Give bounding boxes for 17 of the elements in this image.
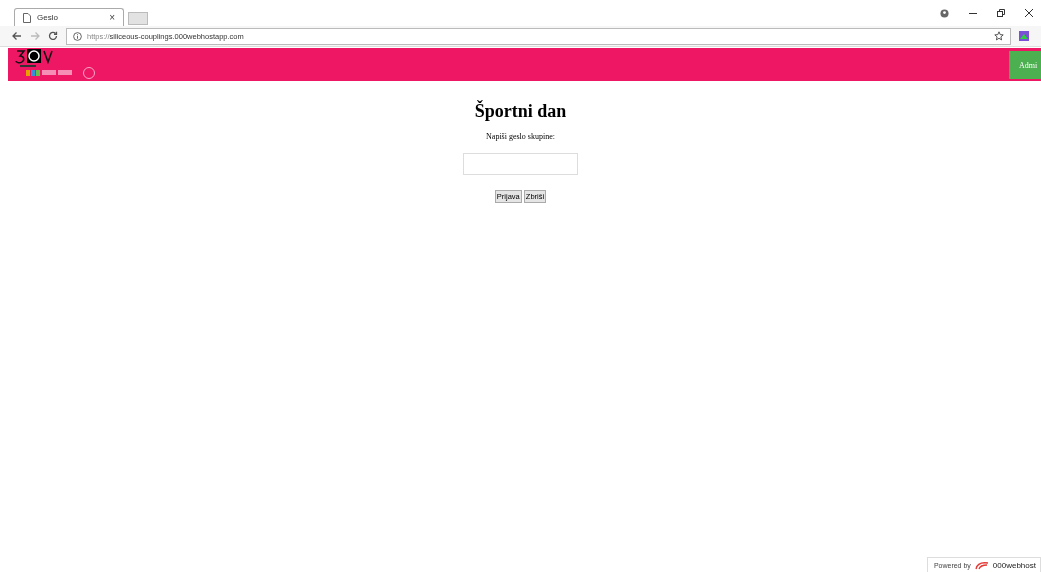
password-field[interactable]: [463, 153, 578, 175]
prompt-text: Napiši geslo skupine:: [486, 132, 555, 141]
page-icon: [23, 12, 31, 23]
restore-icon[interactable]: [997, 9, 1005, 17]
reload-icon[interactable]: [48, 31, 58, 41]
page-title: Športni dan: [474, 101, 567, 122]
extension-icon[interactable]: [1019, 31, 1029, 41]
profile-icon[interactable]: [940, 8, 949, 18]
brand-logo-icon: [974, 561, 989, 570]
browser-tab[interactable]: Geslo ×: [14, 8, 124, 26]
close-icon[interactable]: [1025, 9, 1033, 17]
info-icon: [73, 31, 82, 41]
close-tab-button[interactable]: ×: [109, 12, 115, 23]
brand-name: 000webhost: [992, 561, 1036, 570]
back-icon[interactable]: [12, 31, 22, 41]
star-icon[interactable]: [994, 31, 1004, 41]
tab-title: Geslo: [37, 13, 59, 22]
